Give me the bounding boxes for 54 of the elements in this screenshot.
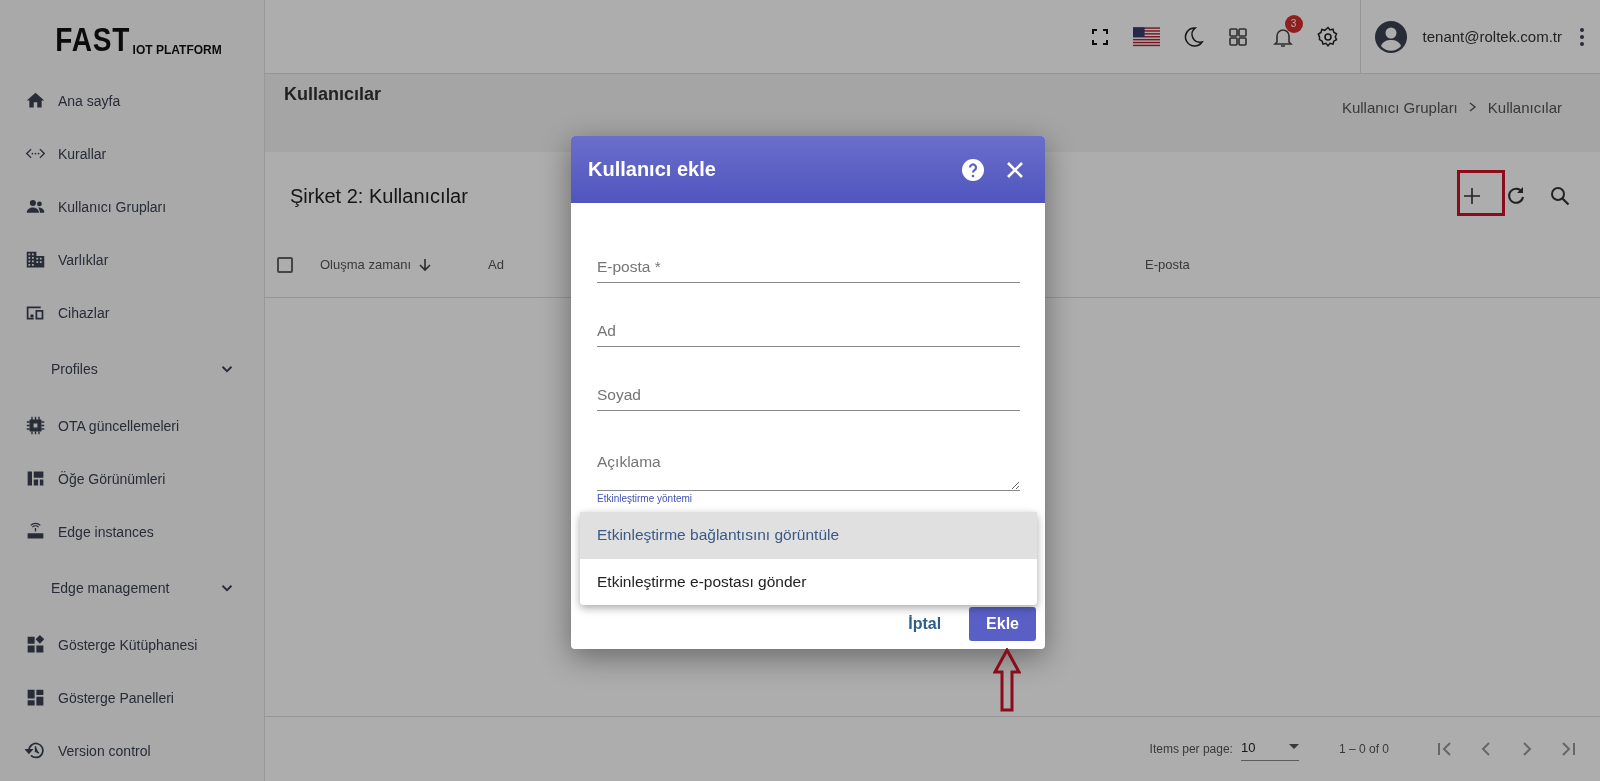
cancel-button[interactable]: İptal [904,607,946,641]
sidebar-item[interactable]: Edge instances [0,505,264,558]
dashboard-icon [25,687,46,708]
sidebar-item[interactable]: Öğe Görünümleri [0,452,264,505]
text-field[interactable]: Ad [597,322,1020,347]
add-button[interactable]: Ekle [969,607,1036,641]
notification-badge: 3 [1284,14,1303,33]
pagination-range: 1 – 0 of 0 [1338,742,1389,756]
building-icon [25,249,46,270]
text-field[interactable]: Soyad [597,386,1020,411]
sidebar-item[interactable]: Ana sayfa [0,74,264,127]
logo-subtitle: IOT PLATFORM [132,44,222,56]
sidebar-item[interactable]: Cihazlar [0,286,264,339]
dialog-title: Kullanıcı ekle [588,158,717,181]
avatar-icon[interactable] [1374,20,1407,53]
page-title: Kullanıcılar [284,84,382,106]
settings-icon[interactable] [1315,24,1340,49]
chip-icon [25,415,46,436]
widgets-icon [25,634,46,655]
sidebar-item[interactable]: Version control [0,724,264,777]
card-title: Şirket 2: Kullanıcılar [290,184,468,208]
arrow-drawing [993,648,1021,712]
logo-text: FAST [55,23,131,56]
items-per-page-label: Items per page: [1149,742,1233,756]
sidebar-section[interactable]: Profiles [51,361,98,377]
sidebar-item[interactable]: OTA güncellemeleri [0,399,264,452]
help-icon[interactable] [961,157,985,182]
sidebar-item[interactable]: Kullanıcı Grupları [0,180,264,233]
history-icon [25,740,46,761]
page-size-select[interactable]: 10 [1240,737,1299,761]
description-field[interactable]: Açıklama [597,453,1020,491]
dropdown-option[interactable]: Etkinleştirme bağlantısını görüntüle [580,512,1037,559]
flag-icon[interactable] [1132,26,1160,47]
column-header[interactable]: E-posta [1145,257,1190,272]
sort-arrow-icon[interactable] [417,256,434,273]
dropdown-option[interactable]: Etkinleştirme e-postası gönder [580,558,1037,605]
caret-icon [1288,744,1299,750]
column-header[interactable]: Ad [488,257,504,272]
sidebar-item[interactable]: Kurallar [0,127,264,180]
highlight-frame [1457,170,1505,216]
sidebar-item[interactable]: Varlıklar [0,233,264,286]
router-icon [25,521,46,542]
breadcrumb-link[interactable]: Kullanıcı Grupları [1341,99,1458,152]
select-all-checkbox[interactable] [277,256,293,273]
sidebar-item[interactable]: Gösterge Panelleri [0,671,264,724]
sidebar-item[interactable]: Gösterge Kütüphanesi [0,618,264,671]
text-field[interactable]: E-posta * [597,258,1020,283]
column-header[interactable]: Oluşma zamanı [320,257,412,272]
home-icon [25,90,46,111]
breadcrumb-link[interactable]: Kullanıcılar [1487,99,1562,152]
search-icon [1548,184,1572,208]
sidebar-section[interactable]: Edge management [51,580,170,596]
user-email[interactable]: tenant@roltek.com.tr [1422,28,1562,45]
select-label: Etkinleştirme yöntemi [597,493,694,504]
